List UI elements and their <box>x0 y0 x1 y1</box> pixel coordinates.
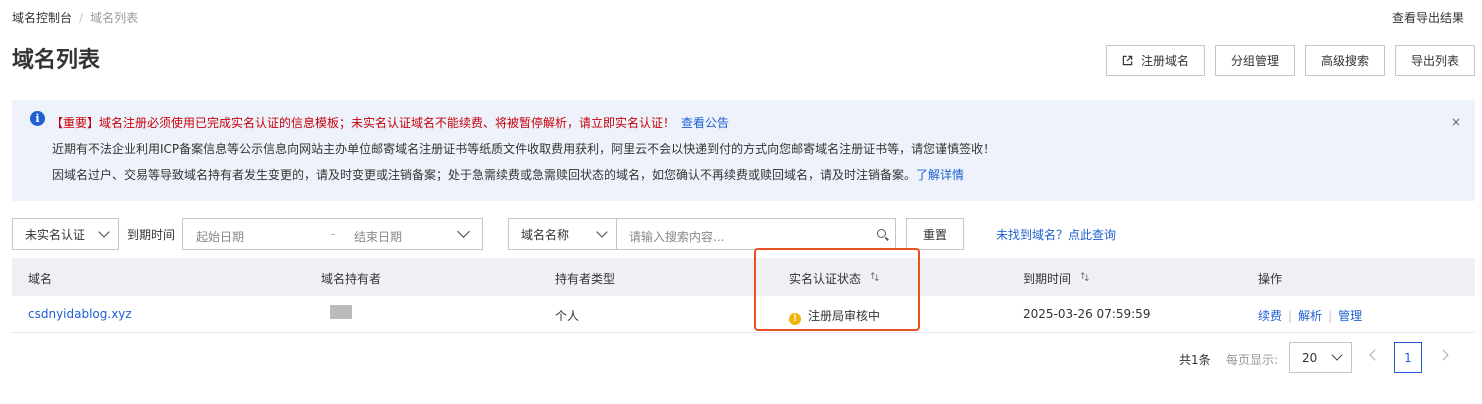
per-page-select[interactable]: 20 <box>1289 342 1352 373</box>
manage-link[interactable]: 管理 <box>1338 309 1362 323</box>
notice-important-text: 【重要】域名注册必须使用已完成实名认证的信息模板；未实名认证域名不能续费、将被暂… <box>51 116 676 130</box>
breadcrumb-separator: / <box>79 10 84 25</box>
action-divider: | <box>1288 309 1293 323</box>
column-header-holder-type: 持有者类型 <box>555 272 616 286</box>
column-header-holder: 域名持有者 <box>321 272 382 286</box>
notice-filing-text: 因域名过户、交易等导致域名持有者发生变更的，请及时变更或注销备案；处于急需续费或… <box>52 168 917 182</box>
verify-status-select[interactable]: 未实名认证 <box>12 218 119 250</box>
verify-status-cell: ! 注册局审核中 <box>789 307 880 325</box>
table-row: csdnyidablog.xyz 个人 ! 注册局审核中 2025-03-26 0… <box>12 296 1475 333</box>
sort-icon[interactable] <box>869 272 881 284</box>
domain-name-link[interactable]: csdnyidablog.xyz <box>28 307 132 321</box>
chevron-down-icon <box>98 226 110 238</box>
resolve-link[interactable]: 解析 <box>1298 309 1322 323</box>
date-range-picker[interactable]: 起始日期 - 结束日期 <box>182 218 483 250</box>
page-title: 域名列表 <box>12 48 101 73</box>
chevron-down-icon <box>457 225 470 238</box>
search-icon[interactable] <box>877 229 886 238</box>
breadcrumb-current: 域名列表 <box>90 11 139 25</box>
sort-icon[interactable] <box>1079 272 1091 284</box>
close-icon[interactable]: × <box>1451 115 1461 129</box>
column-header-domain: 域名 <box>28 272 53 286</box>
verify-status-text: 注册局审核中 <box>808 309 881 323</box>
learn-more-link[interactable]: 了解详情 <box>916 168 964 182</box>
verify-status-select-value: 未实名认证 <box>25 227 86 242</box>
column-header-actions: 操作 <box>1258 272 1283 286</box>
chevron-left-icon[interactable] <box>1369 349 1381 361</box>
per-page-value: 20 <box>1302 350 1318 365</box>
toolbar: 注册域名 分组管理 高级搜索 导出列表 <box>1105 45 1475 76</box>
per-page-label: 每页显示: <box>1226 353 1279 367</box>
notice-important-line: 【重要】域名注册必须使用已完成实名认证的信息模板；未实名认证域名不能续费、将被暂… <box>51 114 729 131</box>
domain-table: 域名 域名持有者 持有者类型 实名认证状态 到期时间 操作 csdnyidabl… <box>12 258 1475 333</box>
holder-redacted <box>330 305 352 319</box>
actions-cell: 续费 | 解析 | 管理 <box>1258 307 1362 324</box>
total-count: 共1条 <box>1179 353 1211 367</box>
register-domain-button[interactable]: 注册域名 <box>1105 45 1205 76</box>
warning-icon: ! <box>789 313 801 325</box>
view-export-results-link[interactable]: 查看导出结果 <box>1392 9 1464 26</box>
reset-button[interactable]: 重置 <box>906 218 964 250</box>
verify-status-header-label: 实名认证状态 <box>789 272 862 286</box>
renew-link[interactable]: 续费 <box>1258 309 1282 323</box>
table-header: 域名 域名持有者 持有者类型 实名认证状态 到期时间 操作 <box>12 258 1475 296</box>
column-header-expire-time[interactable]: 到期时间 <box>1023 270 1091 287</box>
chevron-right-icon[interactable] <box>1437 349 1449 361</box>
register-domain-label: 注册域名 <box>1140 54 1189 68</box>
search-input-placeholder: 请输入搜索内容... <box>629 230 725 244</box>
expire-time-header-label: 到期时间 <box>1023 272 1072 286</box>
start-date-input[interactable]: 起始日期 <box>196 228 244 245</box>
notice-fraud-warning: 近期有不法企业利用ICP备案信息等公示信息向网站主办单位邮寄域名注册证书等纸质文… <box>52 142 996 156</box>
external-link-icon <box>1122 55 1133 66</box>
search-type-select-value: 域名名称 <box>521 227 570 242</box>
notice-filing-line: 因域名过户、交易等导致域名持有者发生变更的，请及时变更或注销备案；处于急需续费或… <box>52 166 964 183</box>
domain-not-found-link[interactable]: 未找到域名？点此查询 <box>996 226 1116 243</box>
expire-time-label: 到期时间 <box>127 228 176 242</box>
end-date-input[interactable]: 结束日期 <box>354 228 402 245</box>
expire-time-cell: 2025-03-26 07:59:59 <box>1023 307 1151 321</box>
chevron-down-icon <box>596 226 608 238</box>
notice-banner: i 【重要】域名注册必须使用已完成实名认证的信息模板；未实名认证域名不能续费、将… <box>12 100 1475 201</box>
holder-type-cell: 个人 <box>555 309 580 323</box>
advanced-search-button[interactable]: 高级搜索 <box>1304 45 1385 76</box>
group-manage-button[interactable]: 分组管理 <box>1214 45 1295 76</box>
export-list-button[interactable]: 导出列表 <box>1394 45 1475 76</box>
page-button[interactable]: 1 <box>1394 342 1422 373</box>
search-type-select[interactable]: 域名名称 <box>508 218 617 250</box>
breadcrumb-root[interactable]: 域名控制台 <box>12 9 72 26</box>
column-header-verify-status[interactable]: 实名认证状态 <box>789 270 881 287</box>
search-input[interactable]: 请输入搜索内容... <box>616 218 896 250</box>
action-divider: | <box>1328 309 1333 323</box>
breadcrumb: 域名控制台 / 域名列表 <box>12 9 138 26</box>
date-separator: - <box>331 227 336 241</box>
chevron-down-icon <box>1331 349 1343 361</box>
pagination: 共1条 每页显示: 20 1 <box>1173 342 1473 373</box>
info-icon: i <box>30 111 45 126</box>
filter-bar: 未实名认证 到期时间 起始日期 - 结束日期 域名名称 请输入搜索内容... 重… <box>12 218 1472 250</box>
view-announcement-link[interactable]: 查看公告 <box>681 116 729 130</box>
